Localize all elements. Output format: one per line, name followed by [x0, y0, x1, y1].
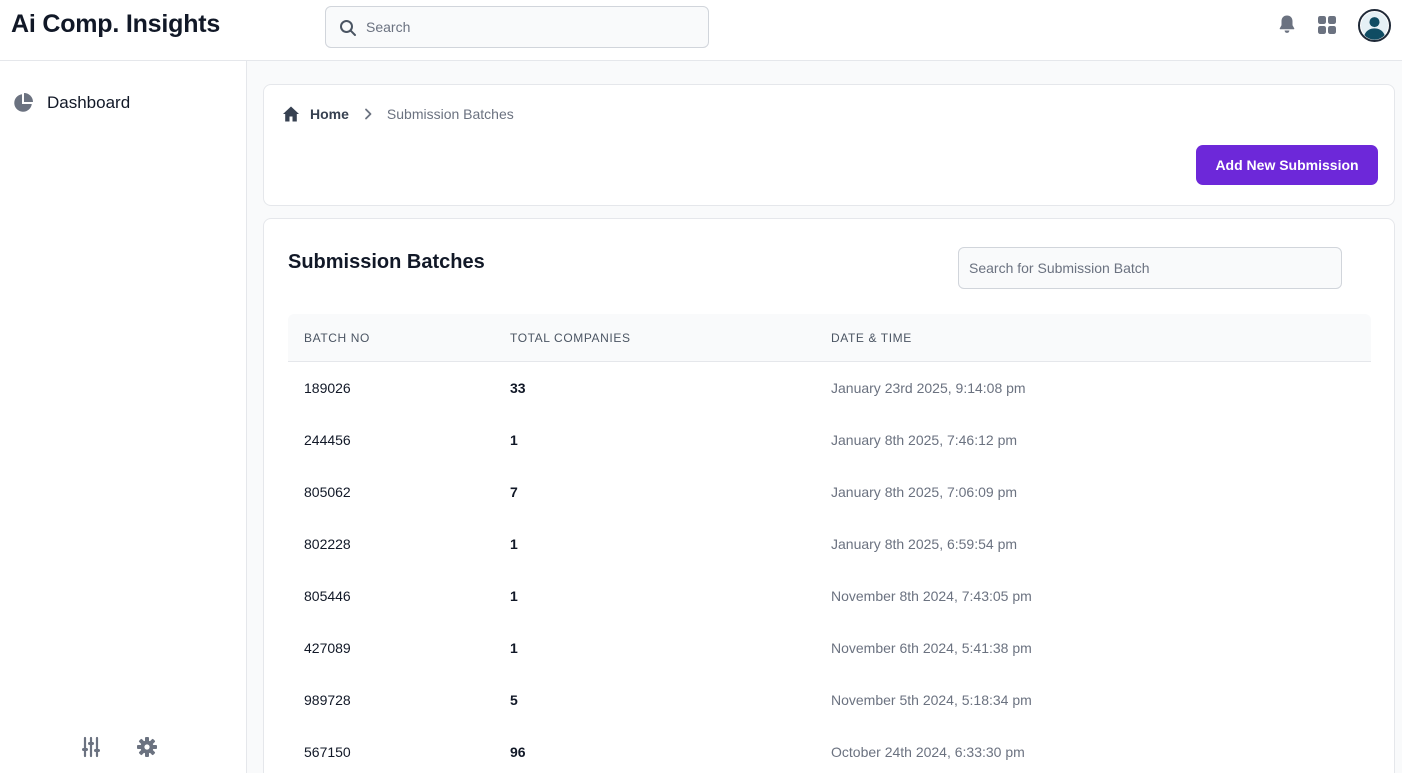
submission-batches-card: Submission Batches BATCH NO TOTAL COMPAN… [263, 218, 1395, 773]
app-title[interactable]: Ai Comp. Insights [11, 10, 220, 39]
date-time-cell: January 23rd 2025, 9:14:08 pm [831, 380, 1026, 396]
batch-no-cell: 244456 [304, 432, 351, 448]
user-avatar-icon [1360, 11, 1389, 40]
column-header-total-companies: TOTAL COMPANIES [510, 331, 631, 345]
total-companies-cell: 33 [510, 380, 526, 396]
batch-no-cell: 427089 [304, 640, 351, 656]
user-avatar[interactable] [1358, 9, 1391, 42]
sidebar-item-dashboard[interactable]: Dashboard [12, 91, 232, 115]
top-bar: Ai Comp. Insights [0, 0, 1402, 61]
total-companies-cell: 1 [510, 588, 518, 604]
gear-icon[interactable] [136, 736, 158, 758]
date-time-cell: November 6th 2024, 5:41:38 pm [831, 640, 1032, 656]
total-companies-cell: 5 [510, 692, 518, 708]
total-companies-cell: 1 [510, 536, 518, 552]
date-time-cell: November 8th 2024, 7:43:05 pm [831, 588, 1032, 604]
batch-no-cell: 802228 [304, 536, 351, 552]
sliders-icon[interactable] [80, 736, 102, 758]
total-companies-cell: 1 [510, 432, 518, 448]
breadcrumb-current: Submission Batches [386, 106, 514, 122]
batch-no-cell: 989728 [304, 692, 351, 708]
total-companies-cell: 1 [510, 640, 518, 656]
date-time-cell: January 8th 2025, 7:46:12 pm [831, 432, 1018, 448]
global-search[interactable] [325, 6, 709, 48]
table-row[interactable]: 805062 7 January 8th 2025, 7:06:09 pm [288, 466, 1371, 518]
table-row[interactable]: 805446 1 November 8th 2024, 7:43:05 pm [288, 570, 1371, 622]
home-icon[interactable] [282, 105, 300, 123]
column-header-date-time: DATE & TIME [831, 331, 912, 345]
sidebar: Dashboard [0, 61, 247, 773]
batches-table: BATCH NO TOTAL COMPANIES DATE & TIME 189… [288, 314, 1371, 773]
total-companies-cell: 7 [510, 484, 518, 500]
column-header-batch-no: BATCH NO [304, 331, 370, 345]
section-title: Submission Batches [288, 251, 485, 273]
apps-grid-icon[interactable] [1316, 14, 1338, 36]
breadcrumb-card: Home Submission Batches Add New Submissi… [263, 84, 1395, 206]
breadcrumb-home[interactable]: Home [310, 106, 349, 122]
table-row[interactable]: 802228 1 January 8th 2025, 6:59:54 pm [288, 518, 1371, 570]
table-row[interactable]: 567150 96 October 24th 2024, 6:33:30 pm [288, 726, 1371, 773]
date-time-cell: January 8th 2025, 6:59:54 pm [831, 536, 1018, 552]
global-search-input[interactable] [366, 7, 696, 47]
table-row[interactable]: 189026 33 January 23rd 2025, 9:14:08 pm [288, 362, 1371, 414]
batch-no-cell: 805062 [304, 484, 351, 500]
date-time-cell: October 24th 2024, 6:33:30 pm [831, 744, 1025, 760]
batch-no-cell: 805446 [304, 588, 351, 604]
table-header: BATCH NO TOTAL COMPANIES DATE & TIME [288, 314, 1371, 362]
chevron-right-icon [365, 108, 372, 120]
table-row[interactable]: 244456 1 January 8th 2025, 7:46:12 pm [288, 414, 1371, 466]
batch-search-input[interactable] [958, 247, 1342, 289]
pie-chart-icon [14, 93, 33, 112]
batch-no-cell: 189026 [304, 380, 351, 396]
table-row[interactable]: 989728 5 November 5th 2024, 5:18:34 pm [288, 674, 1371, 726]
date-time-cell: November 5th 2024, 5:18:34 pm [831, 692, 1032, 708]
breadcrumb: Home Submission Batches [282, 104, 514, 124]
sidebar-item-label: Dashboard [47, 93, 131, 112]
batch-no-cell: 567150 [304, 744, 351, 760]
table-row[interactable]: 427089 1 November 6th 2024, 5:41:38 pm [288, 622, 1371, 674]
bell-icon[interactable] [1276, 13, 1298, 35]
date-time-cell: January 8th 2025, 7:06:09 pm [831, 484, 1018, 500]
search-icon [340, 20, 356, 36]
total-companies-cell: 96 [510, 744, 526, 760]
add-new-submission-button[interactable]: Add New Submission [1196, 145, 1378, 185]
